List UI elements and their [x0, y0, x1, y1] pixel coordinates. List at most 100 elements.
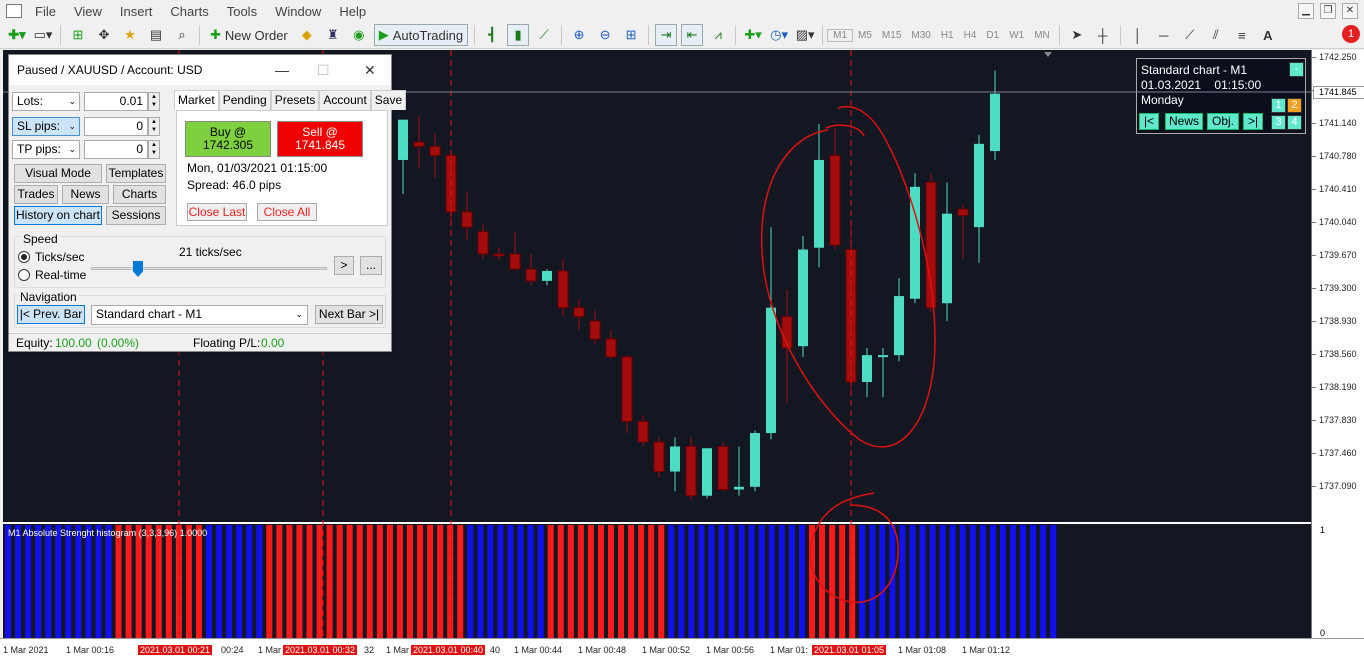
sl-spinner[interactable]: ▲ ▼ [148, 117, 160, 136]
buy-button[interactable]: Buy @1742.305 [185, 121, 271, 157]
strategy-tester-icon[interactable]: ⌕ [171, 24, 193, 46]
indicator-panel[interactable]: M1 Absolute Strenght histogram (3,3,3,96… [3, 522, 1311, 638]
autotrading-button[interactable]: ▶ AutoTrading [373, 24, 469, 46]
charts-button[interactable]: Charts [113, 185, 166, 204]
tp-input[interactable]: 0 [84, 140, 148, 159]
layout-4-button[interactable]: 4 [1287, 115, 1302, 130]
timeframe-m1[interactable]: M1 [827, 28, 854, 42]
news-button[interactable]: News [1165, 113, 1203, 130]
minimize-icon[interactable]: ▁ [1298, 3, 1314, 19]
market-watch-icon[interactable]: ⊞ [67, 24, 89, 46]
vertical-line-icon[interactable]: │ [1127, 24, 1149, 46]
tp-spinner[interactable]: ▲ ▼ [148, 140, 160, 159]
visual-mode-button[interactable]: Visual Mode [14, 164, 102, 183]
info-minimize-button[interactable]: - [1289, 62, 1304, 77]
sl-input[interactable]: 0 [84, 117, 148, 136]
close-icon[interactable]: ✕ [1342, 3, 1358, 19]
templates-button[interactable]: Templates [106, 164, 166, 183]
news-button[interactable]: News [62, 185, 109, 204]
cursor-icon[interactable]: ➤ [1066, 24, 1088, 46]
history-on-chart-button[interactable]: History on chart [14, 206, 102, 225]
crosshair-icon[interactable]: ┼ [1092, 24, 1114, 46]
layout-2-button[interactable]: 2 [1287, 98, 1302, 113]
menu-charts[interactable]: Charts [161, 4, 217, 19]
periods-icon[interactable]: ◷▾ [768, 24, 790, 46]
chart-select[interactable]: Standard chart - M1 ⌄ [91, 305, 308, 325]
first-bar-button[interactable]: |< [1139, 113, 1159, 130]
objects-button[interactable]: Obj. [1207, 113, 1239, 130]
templates-icon[interactable]: ▨▾ [794, 24, 816, 46]
trades-button[interactable]: Trades [14, 185, 58, 204]
timeframe-mn[interactable]: MN [1029, 30, 1055, 41]
data-window-icon[interactable]: ✥ [93, 24, 115, 46]
channel-icon[interactable]: ⫽ [1205, 24, 1227, 46]
auto-scroll-icon[interactable]: ⇥ [655, 24, 678, 46]
timeframe-m30[interactable]: M30 [906, 30, 935, 41]
lots-spinner[interactable]: ▲ ▼ [148, 92, 160, 111]
layout-3-button[interactable]: 3 [1271, 115, 1286, 130]
next-bar-button[interactable]: Next Bar >| [315, 305, 383, 324]
menu-file[interactable]: File [26, 4, 65, 19]
tab-presets[interactable]: Presets [270, 90, 320, 110]
prev-bar-button[interactable]: |< Prev. Bar [17, 305, 85, 324]
timeframe-m5[interactable]: M5 [853, 30, 877, 41]
last-bar-button[interactable]: >| [1243, 113, 1263, 130]
tile-windows-icon[interactable]: ⊞ [620, 24, 642, 46]
more-button[interactable]: ... [360, 256, 382, 275]
chart-shift-icon[interactable]: ⇤ [681, 24, 704, 46]
lots-input[interactable]: 0.01 [84, 92, 148, 111]
signals-icon[interactable]: ◉ [348, 24, 370, 46]
sell-button[interactable]: Sell @1741.845 [277, 121, 363, 157]
new-chart-icon[interactable]: ✚▾ [6, 24, 28, 46]
horizontal-line-icon[interactable]: ─ [1153, 24, 1175, 46]
timeframe-m15[interactable]: M15 [877, 30, 906, 41]
bar-chart-icon[interactable]: ┫ [481, 24, 503, 46]
panel-close-icon[interactable]: ✕ [364, 62, 376, 79]
menu-view[interactable]: View [65, 4, 111, 19]
candlestick-icon[interactable]: ▮ [507, 24, 530, 46]
histogram-bar [819, 525, 826, 638]
layout-1-button[interactable]: 1 [1271, 98, 1286, 113]
fibonacci-icon[interactable]: ≡ [1231, 24, 1253, 46]
timeframe-h1[interactable]: H1 [936, 30, 959, 41]
notification-badge[interactable]: 1 [1342, 25, 1360, 43]
realtime-radio[interactable] [18, 269, 30, 281]
navigator-icon[interactable]: ★ [119, 24, 141, 46]
line-chart-icon[interactable]: ⟋ [533, 24, 555, 46]
trendline-icon[interactable]: ⟋ [1179, 24, 1201, 46]
tab-save[interactable]: Save [370, 90, 407, 110]
timeframe-d1[interactable]: D1 [981, 30, 1004, 41]
tab-market[interactable]: Market [174, 90, 219, 110]
close-last-button[interactable]: Close Last [187, 203, 247, 221]
tp-select[interactable]: TP pips: ⌄ [12, 140, 80, 159]
panel-minimize-icon[interactable]: — [275, 62, 289, 78]
timeframe-w1[interactable]: W1 [1004, 30, 1029, 41]
new-order-button[interactable]: ✚ New Order [206, 24, 292, 46]
menu-help[interactable]: Help [330, 4, 375, 19]
zoom-out-icon[interactable]: ⊖ [594, 24, 616, 46]
play-button[interactable]: > [334, 256, 354, 275]
menu-window[interactable]: Window [266, 4, 330, 19]
user-icon[interactable]: ♜ [322, 24, 344, 46]
profiles-icon[interactable]: ▭▾ [32, 24, 54, 46]
metaeditor-icon[interactable]: ◆ [296, 24, 318, 46]
sl-select[interactable]: SL pips: ⌄ [12, 117, 80, 136]
add-indicator-icon[interactable]: ✚▾ [742, 24, 764, 46]
ticks-radio[interactable] [18, 251, 30, 263]
menu-tools[interactable]: Tools [218, 4, 266, 19]
tab-account[interactable]: Account [319, 90, 371, 110]
speed-slider-track[interactable] [91, 267, 327, 270]
lots-select[interactable]: Lots: ⌄ [12, 92, 80, 111]
sessions-button[interactable]: Sessions [106, 206, 166, 225]
price-tick [1312, 354, 1316, 355]
timeframe-h4[interactable]: H4 [959, 30, 982, 41]
indicators-icon[interactable]: ⩘ [707, 24, 729, 46]
zoom-in-icon[interactable]: ⊕ [568, 24, 590, 46]
close-all-button[interactable]: Close All [257, 203, 317, 221]
tab-pending[interactable]: Pending [218, 90, 271, 110]
restore-icon[interactable]: ❐ [1320, 3, 1336, 19]
menu-insert[interactable]: Insert [111, 4, 162, 19]
text-tool-icon[interactable]: A [1257, 24, 1279, 46]
terminal-icon[interactable]: ▤ [145, 24, 167, 46]
price-scale[interactable]: 1742.2501741.5101741.1401740.7801740.410… [1311, 50, 1364, 522]
